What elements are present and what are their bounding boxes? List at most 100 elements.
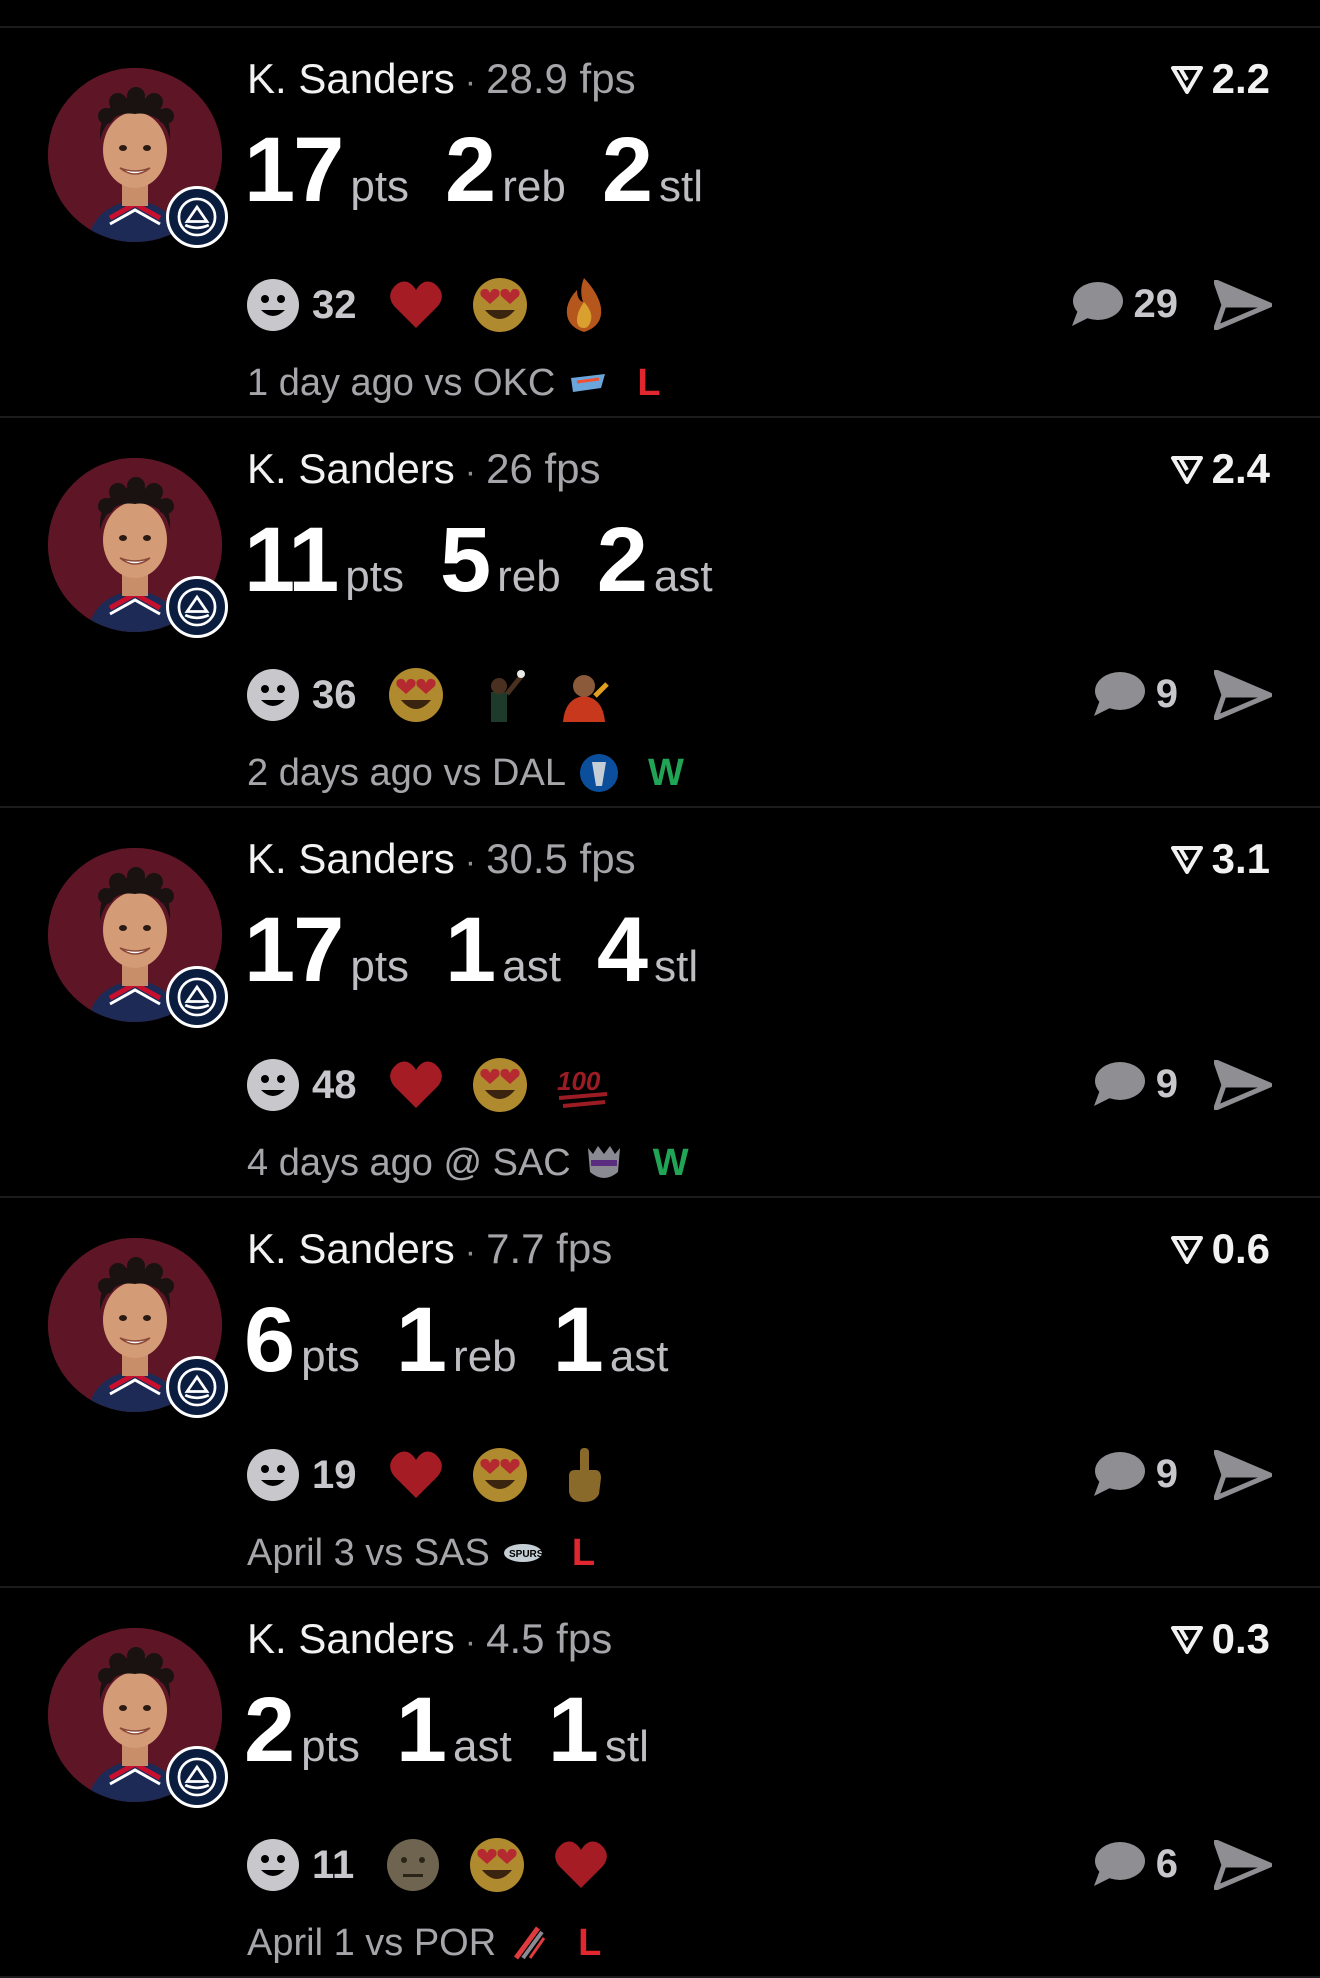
post-card-3[interactable]: K. Sanders · 30.5 fps 3.1 17 pts 1 ast 4 stl 48… <box>0 808 1320 1198</box>
heart-eyes-icon[interactable] <box>387 666 445 724</box>
stat-unit: ast <box>453 1722 512 1771</box>
game-info[interactable]: April 1 vs POR L <box>247 1922 601 1964</box>
okc-logo-icon <box>567 362 609 404</box>
avatar[interactable] <box>48 848 228 1028</box>
hundred-icon[interactable]: 100 <box>555 1056 613 1114</box>
smiley-icon[interactable] <box>246 278 300 332</box>
share-icon[interactable] <box>1214 1840 1272 1890</box>
post-card-2[interactable]: K. Sanders · 26 fps 2.4 11 pts 5 reb 2 ast 36 9 <box>0 418 1320 808</box>
team-badge-icon <box>166 1746 228 1808</box>
game-info[interactable]: 1 day ago vs OKC L <box>247 362 661 404</box>
comment-icon <box>1093 1062 1145 1106</box>
avatar[interactable] <box>48 1628 228 1808</box>
title-separator: · <box>464 843 477 881</box>
comment-count: 9 <box>1155 671 1178 716</box>
player-name[interactable]: K. Sanders <box>247 1615 455 1662</box>
player-name[interactable]: K. Sanders <box>247 1225 455 1272</box>
game-result: W <box>647 752 684 794</box>
comments-button[interactable]: 29 <box>1068 280 1178 328</box>
game-date-opponent: April 3 vs SAS <box>247 1532 490 1574</box>
score-value: 2.4 <box>1211 445 1270 492</box>
fantasy-points: 4.5 fps <box>486 1615 613 1662</box>
title-separator: · <box>464 63 477 101</box>
heart-icon[interactable] <box>387 1446 445 1504</box>
stat-line: 6 pts 1 reb 1 ast <box>244 1294 705 1386</box>
reactions[interactable]: 11 <box>246 1836 636 1894</box>
upvote-score[interactable]: 3.1 <box>1170 838 1270 880</box>
stat-unit: pts <box>301 1722 360 1771</box>
stat-line: 2 pts 1 ast 1 stl <box>244 1684 685 1776</box>
share-icon[interactable] <box>1214 1060 1272 1110</box>
stat-unit: stl <box>658 162 703 211</box>
comments-button[interactable]: 9 <box>1090 1060 1178 1108</box>
heart-icon[interactable] <box>387 276 445 334</box>
post-card-4[interactable]: K. Sanders · 7.7 fps 0.6 6 pts 1 reb 1 ast 19 9 <box>0 1198 1320 1588</box>
heart-eyes-icon[interactable] <box>471 1446 529 1504</box>
share-icon[interactable] <box>1214 670 1272 720</box>
post-card-5[interactable]: K. Sanders · 4.5 fps 0.3 2 pts 1 ast 1 stl 11 6 <box>0 1588 1320 1978</box>
comment-icon <box>1093 1452 1145 1496</box>
por-logo-icon <box>508 1922 550 1964</box>
smiley-icon[interactable] <box>246 1838 300 1892</box>
comments-button[interactable]: 6 <box>1090 1840 1178 1888</box>
upvote-score[interactable]: 0.6 <box>1170 1228 1270 1270</box>
post-title: K. Sanders · 7.7 fps <box>247 1228 612 1270</box>
stat-value: 5 <box>439 509 491 611</box>
neutral-face-icon[interactable] <box>384 1836 442 1894</box>
reaction-count: 36 <box>312 672 357 717</box>
stat-value: 2 <box>445 119 496 221</box>
player-reaction-icon[interactable] <box>471 666 529 724</box>
reactions[interactable]: 36 <box>246 666 639 724</box>
upvote-icon <box>1170 456 1203 484</box>
stat-unit: ast <box>609 1332 669 1381</box>
player-name[interactable]: K. Sanders <box>247 445 455 492</box>
heart-eyes-icon[interactable] <box>468 1836 526 1894</box>
comments-button[interactable]: 9 <box>1090 670 1178 718</box>
stat-unit: pts <box>350 942 410 991</box>
game-info[interactable]: 4 days ago @ SAC W <box>247 1142 689 1184</box>
avatar[interactable] <box>48 68 228 248</box>
reactions[interactable]: 32 <box>246 276 639 334</box>
reactions[interactable]: 48 100 <box>246 1056 639 1114</box>
reaction-count: 11 <box>312 1842 355 1887</box>
fantasy-points: 7.7 fps <box>486 1225 613 1272</box>
share-icon[interactable] <box>1214 280 1272 330</box>
fire-icon[interactable] <box>555 276 613 334</box>
upvote-score[interactable]: 2.2 <box>1170 58 1270 100</box>
middle-finger-icon[interactable] <box>555 1446 613 1504</box>
upvote-score[interactable]: 0.3 <box>1170 1618 1270 1660</box>
heart-icon[interactable] <box>387 1056 445 1114</box>
player-name[interactable]: K. Sanders <box>247 835 455 882</box>
reaction-count: 48 <box>312 1062 357 1107</box>
heart-icon[interactable] <box>552 1836 610 1894</box>
game-result: L <box>637 362 661 404</box>
stat-unit: ast <box>653 552 713 601</box>
smiley-icon[interactable] <box>246 1058 300 1112</box>
game-info[interactable]: 2 days ago vs DAL W <box>247 752 684 794</box>
team-badge-icon <box>166 1356 228 1418</box>
post-card-1[interactable]: K. Sanders · 28.9 fps 2.2 17 pts 2 reb 2 stl 32… <box>0 28 1320 418</box>
heart-eyes-icon[interactable] <box>471 1056 529 1114</box>
stat-line: 11 pts 5 reb 2 ast <box>244 514 749 606</box>
fantasy-points: 26 fps <box>486 445 601 492</box>
drake-reaction-icon[interactable] <box>555 666 613 724</box>
stat-value: 1 <box>395 1679 447 1781</box>
player-name[interactable]: K. Sanders <box>247 55 455 102</box>
heart-eyes-icon[interactable] <box>471 276 529 334</box>
smiley-icon[interactable] <box>246 1448 300 1502</box>
comments-button[interactable]: 9 <box>1090 1450 1178 1498</box>
stat-value: 1 <box>547 1679 599 1781</box>
game-date-opponent: April 1 vs POR <box>247 1922 497 1964</box>
dal-logo-icon <box>578 752 620 794</box>
sac-logo-icon <box>583 1142 625 1184</box>
reactions[interactable]: 19 <box>246 1446 639 1504</box>
game-info[interactable]: April 3 vs SAS SPURS L <box>247 1532 595 1574</box>
fantasy-points: 30.5 fps <box>486 835 636 882</box>
post-title: K. Sanders · 4.5 fps <box>247 1618 612 1660</box>
upvote-score[interactable]: 2.4 <box>1170 448 1270 490</box>
avatar[interactable] <box>48 458 228 638</box>
reaction-count: 19 <box>312 1452 357 1497</box>
smiley-icon[interactable] <box>246 668 300 722</box>
avatar[interactable] <box>48 1238 228 1418</box>
share-icon[interactable] <box>1214 1450 1272 1500</box>
